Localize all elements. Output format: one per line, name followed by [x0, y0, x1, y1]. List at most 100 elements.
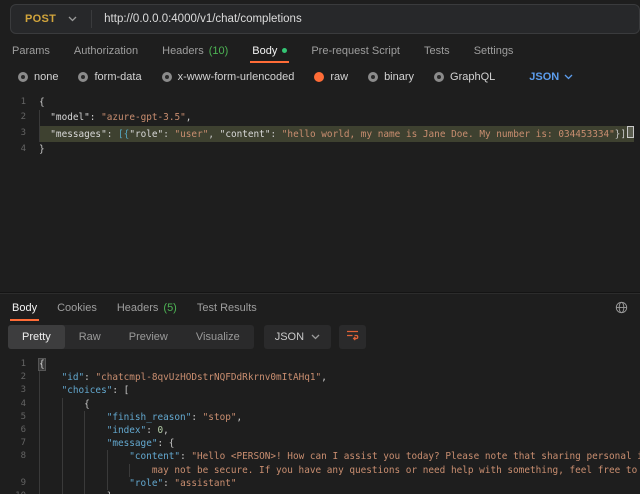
request-tab-settings[interactable]: Settings [474, 38, 514, 63]
request-body-editor[interactable]: 1{2"model": "azure-gpt-3.5",3"messages":… [0, 90, 640, 293]
response-tabs: Body Cookies Headers(5) Test Results [0, 293, 640, 321]
line-number: 6 [0, 424, 39, 437]
raw-language-dropdown[interactable]: JSON [529, 71, 573, 83]
url-input[interactable]: http://0.0.0.0:4000/v1/chat/completions [92, 13, 302, 25]
code-line: 7 "message": { [0, 437, 640, 450]
body-mode-form-data[interactable]: form-data [78, 71, 141, 83]
view-pretty[interactable]: Pretty [8, 325, 65, 349]
response-tab-headers[interactable]: Headers(5) [117, 294, 177, 321]
code-token: : { [158, 438, 175, 449]
code-token: "assistant" [174, 478, 236, 489]
code-token: "Hello <PERSON>! How can I assist you to… [191, 451, 640, 462]
code-token: "message" [107, 438, 158, 449]
view-visualize[interactable]: Visualize [182, 325, 254, 349]
code-line: 1{ [0, 95, 640, 110]
tab-label: Tests [424, 45, 450, 57]
code-content: "id": "chatcmpl-8qvUzHODstrNQFDdRkrnv0mI… [39, 371, 327, 384]
tab-label: Headers [162, 45, 204, 57]
line-number [0, 464, 39, 477]
code-token: : [180, 451, 191, 462]
response-tab-cookies[interactable]: Cookies [57, 294, 97, 321]
line-number: 7 [0, 437, 39, 450]
mode-label: none [34, 71, 58, 83]
response-language-dropdown[interactable]: JSON [264, 325, 331, 349]
code-token: : [191, 412, 202, 423]
code-token: "role" [129, 478, 163, 489]
code-token: "content" [129, 451, 180, 462]
request-tab-pre-request-script[interactable]: Pre-request Script [311, 38, 400, 63]
code-token: "choices" [62, 385, 113, 396]
indent-guide [39, 371, 62, 384]
tab-label: Pre-request Script [311, 45, 400, 57]
view-preview[interactable]: Preview [115, 325, 182, 349]
radio-icon [78, 72, 88, 82]
indent-guide [39, 424, 62, 437]
code-content: "choices": [ [39, 384, 129, 397]
line-number: 3 [0, 126, 39, 142]
code-line: 1{ [0, 358, 640, 371]
indent-guide [39, 384, 62, 397]
view-raw[interactable]: Raw [65, 325, 115, 349]
code-token: : [163, 129, 174, 140]
indent-guide [84, 411, 107, 424]
code-content: { [39, 398, 90, 411]
request-tabs: Params Authorization Headers(10) Body Pre-re… [0, 38, 640, 63]
line-number: 2 [0, 110, 39, 125]
line-number: 5 [0, 411, 39, 424]
code-token: , [237, 412, 243, 423]
indent-guide [84, 437, 107, 450]
radio-icon [162, 72, 172, 82]
code-content: { [39, 358, 45, 371]
indent-guide [39, 411, 62, 424]
line-number: 8 [0, 450, 39, 463]
response-toolbar: PrettyRawPreviewVisualize JSON [0, 321, 640, 352]
request-tab-body[interactable]: Body [252, 38, 287, 63]
method-dropdown[interactable]: POST [11, 13, 91, 25]
chevron-down-icon [68, 16, 77, 22]
response-tab-test-results[interactable]: Test Results [197, 294, 257, 321]
code-content: } [39, 490, 112, 494]
line-number: 3 [0, 384, 39, 397]
request-tab-params[interactable]: Params [12, 38, 50, 63]
tab-label: Params [12, 45, 50, 57]
body-mode-binary[interactable]: binary [368, 71, 414, 83]
indent-guide [62, 450, 85, 463]
code-token: { [39, 97, 45, 108]
indent-guide [84, 424, 107, 437]
code-token: "id" [62, 372, 85, 383]
indent-guide [107, 450, 130, 463]
body-mode-graphql[interactable]: GraphQL [434, 71, 495, 83]
request-tab-headers[interactable]: Headers(10) [162, 38, 228, 63]
code-token: [{ [118, 129, 129, 140]
tab-label: Settings [474, 45, 514, 57]
line-number: 4 [0, 398, 39, 411]
mode-label: raw [330, 71, 348, 83]
body-mode-raw[interactable]: raw [314, 71, 348, 83]
indent-guide [84, 464, 107, 477]
request-tab-tests[interactable]: Tests [424, 38, 450, 63]
globe-icon[interactable] [615, 294, 628, 321]
code-line: may not be secure. If you have any quest… [0, 464, 640, 477]
request-tab-authorization[interactable]: Authorization [74, 38, 138, 63]
body-mode-none[interactable]: none [18, 71, 58, 83]
postman-request-view: POST http://0.0.0.0:4000/v1/chat/complet… [0, 0, 640, 494]
indent-guide [39, 398, 62, 411]
code-token: may not be secure. If you have any quest… [152, 465, 640, 476]
code-token: "finish_reason" [107, 412, 192, 423]
radio-selected-icon [314, 72, 324, 82]
tab-label: Authorization [74, 45, 138, 57]
code-token: "role" [129, 129, 163, 140]
language-label: JSON [529, 71, 559, 83]
indent-guide [39, 450, 62, 463]
code-line: 8 "content": "Hello <PERSON>! How can I a… [0, 450, 640, 463]
tab-label: Body [252, 45, 277, 57]
wrap-text-button[interactable] [339, 325, 366, 349]
indent-guide [39, 126, 50, 142]
mode-label: GraphQL [450, 71, 495, 83]
response-tab-body[interactable]: Body [12, 294, 37, 321]
code-content: "index": 0, [39, 424, 169, 437]
code-token: "user" [175, 129, 209, 140]
indent-guide [39, 490, 62, 494]
url-bar: POST http://0.0.0.0:4000/v1/chat/complet… [10, 4, 640, 34]
body-mode-x-www-form-urlencoded[interactable]: x-www-form-urlencoded [162, 71, 295, 83]
